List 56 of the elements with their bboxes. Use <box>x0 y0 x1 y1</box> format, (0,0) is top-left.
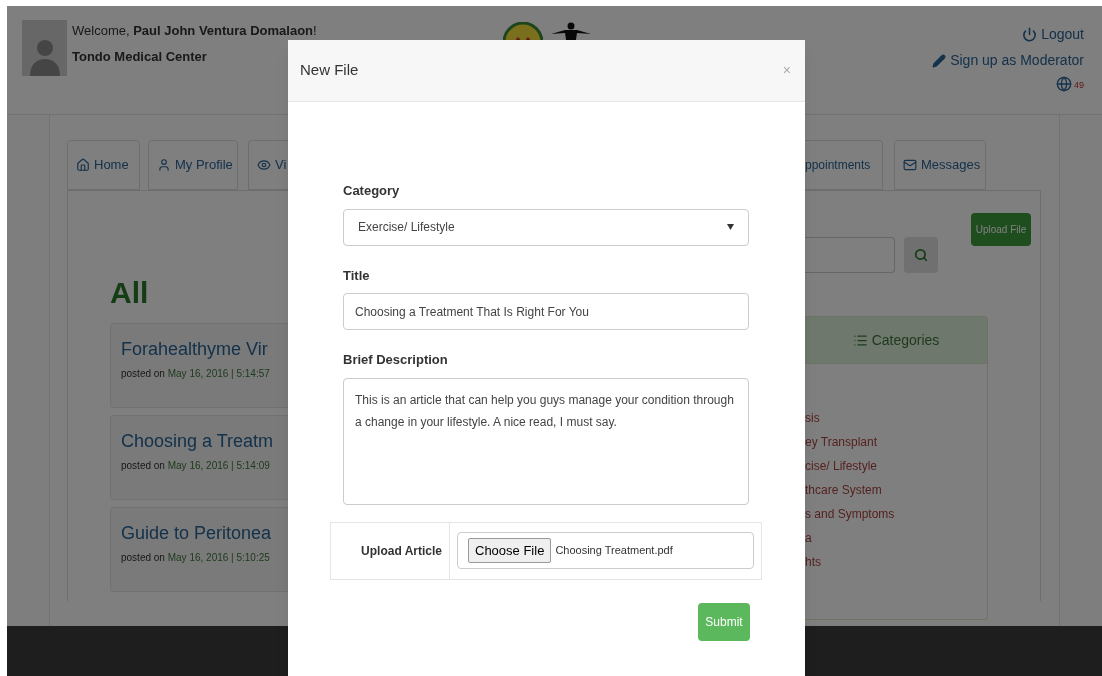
pencil-icon <box>932 53 947 68</box>
post-title[interactable]: Guide to Peritonea <box>121 520 288 546</box>
header-link[interactable]: Sign up as Moderator <box>932 50 1084 71</box>
posted-label: posted on <box>121 368 165 379</box>
post-date: May 16, 2016 | 5:14:09 <box>167 460 270 471</box>
file-name: Choosing Treatment.pdf <box>555 543 673 559</box>
nav-tab[interactable]: Vi <box>248 140 288 190</box>
post-date: May 16, 2016 | 5:14:57 <box>167 368 270 379</box>
field-label: Brief Description <box>343 351 449 369</box>
category-link[interactable]: s and Symptoms <box>805 506 987 523</box>
field-label: Category <box>343 182 401 200</box>
post-title[interactable]: Forahealthyme Vir <box>121 336 288 362</box>
globe-icon[interactable] <box>1056 76 1072 92</box>
dialog-title: New File <box>300 60 359 81</box>
post-date: May 16, 2016 | 5:10:25 <box>167 552 270 563</box>
category-link[interactable]: ey Transplant <box>805 434 987 451</box>
choose-file-button[interactable]: Choose File <box>468 537 552 564</box>
category-link[interactable]: hts <box>805 554 987 571</box>
upload-file-button[interactable]: Upload File <box>971 213 1031 246</box>
file-input[interactable]: Choose File Choosing Treatment.pdf <box>457 532 754 569</box>
welcome-text: Welcome, Paul John Ventura Domalaon! <box>72 22 317 40</box>
notification-count: 49 <box>1074 78 1084 92</box>
eye-icon <box>257 158 271 172</box>
search-button[interactable] <box>904 237 938 273</box>
submit-button[interactable]: Submit <box>698 602 750 641</box>
upload-label: Upload Article <box>361 542 442 560</box>
field-label: Title <box>343 266 371 285</box>
home-icon <box>76 158 90 172</box>
category-link[interactable]: sis <box>805 410 987 427</box>
header-link[interactable]: Logout <box>1022 24 1084 45</box>
category-link[interactable]: cise/ Lifestyle <box>805 458 987 475</box>
nav-tab[interactable]: Messages <box>894 140 986 190</box>
category-link[interactable]: a <box>805 530 987 547</box>
post-title[interactable]: Choosing a Treatm <box>121 428 288 454</box>
nav-tab[interactable]: ppointments <box>805 140 883 190</box>
caret-icon <box>727 224 734 230</box>
category-select[interactable]: Exercise/ Lifestyle <box>343 208 749 246</box>
title-field[interactable]: Choosing a Treatment That Is Right For You <box>343 293 749 330</box>
nav-tab[interactable]: Home <box>67 140 140 190</box>
user-icon <box>157 158 171 172</box>
select-value: Exercise/ Lifestyle <box>358 219 455 236</box>
posted-label: posted on <box>121 552 165 563</box>
close-button[interactable]: × <box>782 60 793 81</box>
avatar-placeholder <box>22 20 67 76</box>
hospital-name: Tondo Medical Center <box>72 47 208 66</box>
search-field[interactable] <box>805 237 895 273</box>
envelope-icon <box>903 158 917 172</box>
section-title: All <box>110 275 150 311</box>
category-link[interactable]: thcare System <box>805 482 987 499</box>
description-field[interactable]: This is an article that can help you guys manage your condition through a change in your lifestyle. A nice read, I must say. <box>343 377 749 505</box>
search-icon <box>914 248 928 262</box>
nav-tab[interactable]: My Profile <box>148 140 238 190</box>
posted-label: posted on <box>121 460 165 471</box>
list-icon <box>852 332 868 348</box>
power-icon <box>1022 27 1038 42</box>
categories-title: Categories <box>871 330 940 350</box>
